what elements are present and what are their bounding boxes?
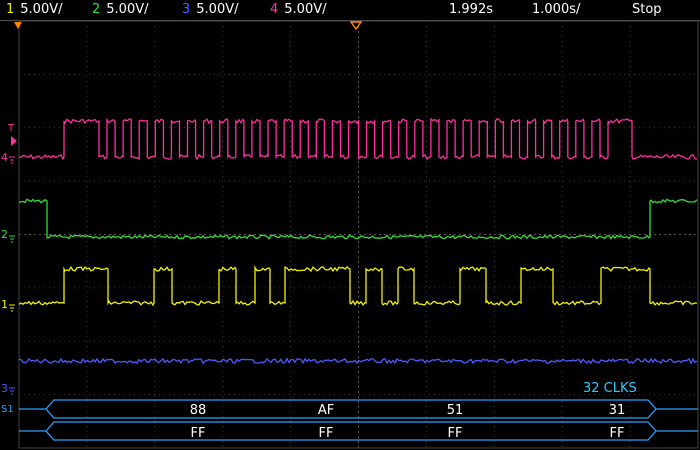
decode-value: 31	[609, 403, 626, 418]
ch4-trigger-marker[interactable]: T	[7, 123, 17, 146]
ch4-ground-marker[interactable]: 4	[1, 151, 15, 164]
decode-value: 88	[190, 403, 207, 418]
trigger-position-marker[interactable]	[14, 22, 22, 29]
decode-value: 51	[447, 403, 464, 418]
decode-value: FF	[448, 426, 463, 441]
ground-icon	[9, 387, 15, 395]
bus-frame	[45, 399, 657, 419]
bus-frame	[45, 421, 657, 441]
serial-bus-label[interactable]: S1	[1, 404, 14, 415]
ch1-scale[interactable]: 1 5.00V/	[6, 2, 63, 17]
ground-icon	[9, 156, 15, 164]
ch1-label: 1	[1, 298, 8, 311]
trigger-level-icon	[11, 136, 17, 146]
ch4-label: 4	[1, 151, 8, 164]
run-state-indicator[interactable]: Stop	[632, 2, 662, 17]
ground-icon	[9, 304, 15, 312]
ch2-scale[interactable]: 2 5.00V/	[92, 2, 149, 17]
trigger-time-readout[interactable]: 1.992s	[449, 2, 493, 17]
ch3-waveform	[18, 357, 698, 365]
ch3-scale[interactable]: 3 5.00V/	[182, 2, 239, 17]
ch2-label: 2	[1, 228, 8, 241]
ch2-ground-marker[interactable]: 2	[1, 228, 15, 243]
ch4-scale[interactable]: 4 5.00V/	[270, 2, 327, 17]
ch3-label: 3	[1, 382, 8, 395]
waveform-area: T 4 2 1 3 S1 32 CLKS 88 AF 51 31 FF FF F…	[1, 20, 699, 449]
ch4-waveform	[18, 117, 698, 161]
oscilloscope-display: 1 5.00V/ 2 5.00V/ 3 5.00V/ 4 5.00V/ 1.992s 1…	[0, 0, 700, 450]
decode-value: FF	[191, 426, 206, 441]
decode-value: FF	[319, 426, 334, 441]
ground-icon	[9, 235, 15, 243]
trigger-level-label: T	[7, 123, 15, 134]
ch3-ground-marker[interactable]: 3	[1, 382, 15, 395]
clock-count-label: 32 CLKS	[583, 381, 637, 396]
time-per-div-readout[interactable]: 1.000s/	[532, 2, 580, 17]
ch1-ground-marker[interactable]: 1	[1, 298, 15, 312]
decode-value: AF	[318, 403, 334, 418]
time-reference-marker[interactable]	[349, 21, 363, 31]
status-bar: 1 5.00V/ 2 5.00V/ 3 5.00V/ 4 5.00V/ 1.992s 1…	[0, 0, 700, 21]
decode-value: FF	[610, 426, 625, 441]
